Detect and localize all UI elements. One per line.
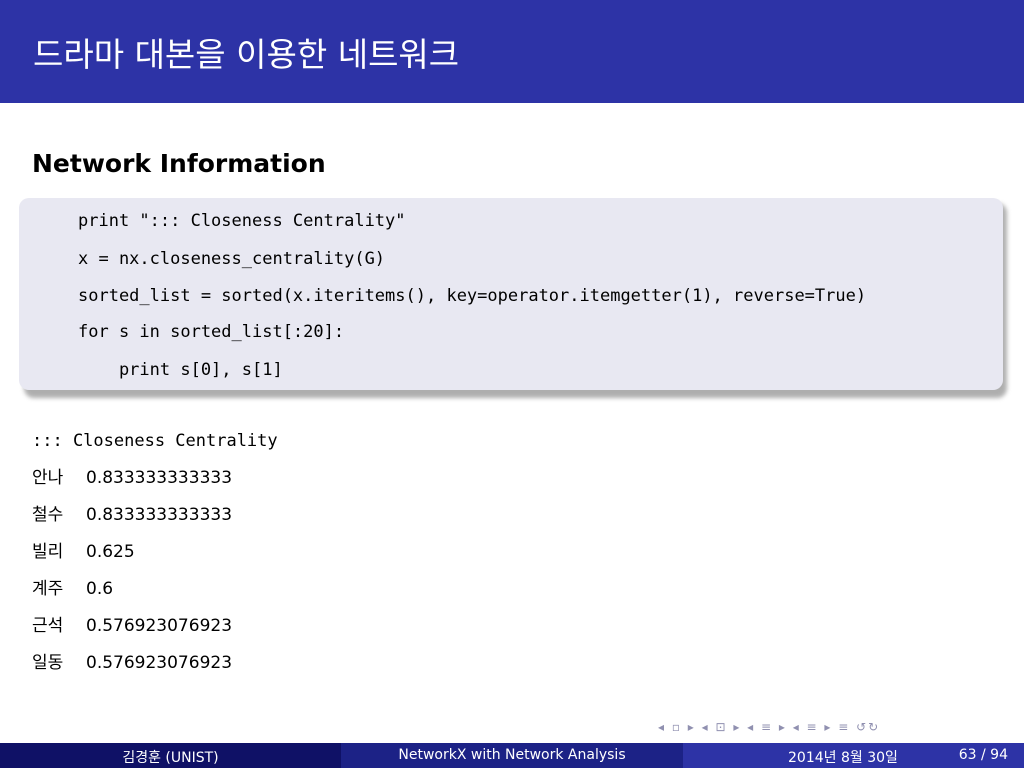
title-bar: 드라마 대본을 이용한 네트워크	[0, 0, 1024, 103]
code-line: print s[0], s[1]	[78, 360, 283, 380]
footer-title-section: NetworkX with Network Analysis	[341, 743, 683, 768]
code-line: print "::: Closeness Centrality"	[78, 211, 406, 231]
output-name: 빌리	[32, 542, 64, 562]
output-name: 근석	[32, 616, 64, 636]
output-name: 계주	[32, 579, 64, 599]
output-value: 0.576923076923	[86, 616, 233, 636]
output-row: 계주 0.6	[32, 581, 113, 598]
footer: 김경훈 (UNIST) NetworkX with Network Analys…	[0, 743, 1024, 768]
output-value: 0.625	[86, 542, 135, 562]
output-value: 0.833333333333	[86, 468, 233, 488]
code-line: x = nx.closeness_centrality(G)	[78, 249, 386, 269]
output-name: 안나	[32, 468, 64, 488]
output-row: 근석 0.576923076923	[32, 618, 232, 635]
output-value: 0.576923076923	[86, 653, 233, 673]
slide-title: 드라마 대본을 이용한 네트워크	[33, 35, 460, 74]
output-header: ::: Closeness Centrality	[32, 431, 278, 451]
beamer-navigation-icons[interactable]: ◂ ▫ ▸ ◂ ⊡ ▸ ◂ ≡ ▸ ◂ ≡ ▸ ≡ ↺↻	[658, 720, 880, 734]
output-value: 0.6	[86, 579, 114, 599]
output-name: 일동	[32, 653, 64, 673]
footer-page-number: 63 / 94	[958, 747, 1008, 763]
footer-talk-title: NetworkX with Network Analysis	[398, 747, 626, 763]
code-line: sorted_list = sorted(x.iteritems(), key=…	[78, 286, 867, 306]
footer-date: 2014년 8월 30일	[788, 750, 898, 766]
footer-date-section: 2014년 8월 30일 63 / 94	[683, 743, 1024, 768]
output-row: 일동 0.576923076923	[32, 655, 232, 672]
output-row: 철수 0.833333333333	[32, 507, 232, 524]
code-line: for s in sorted_list[:20]:	[78, 322, 345, 342]
frame-title: Network Information	[32, 149, 326, 178]
footer-author: 김경훈 (UNIST)	[122, 750, 219, 766]
footer-author-section: 김경훈 (UNIST)	[0, 743, 341, 768]
output-row: 안나 0.833333333333	[32, 470, 232, 487]
output-value: 0.833333333333	[86, 505, 233, 525]
output-row: 빌리 0.625	[32, 544, 135, 561]
output-name: 철수	[32, 505, 64, 525]
